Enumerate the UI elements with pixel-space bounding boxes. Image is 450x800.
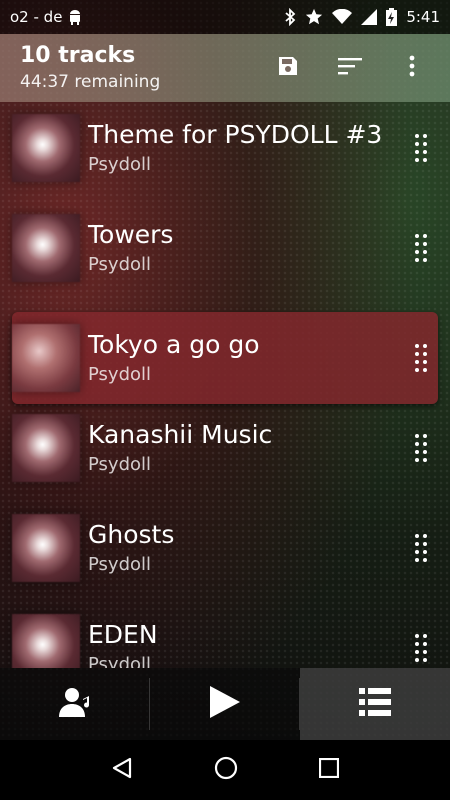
save-icon — [276, 54, 300, 82]
artist-icon — [59, 687, 91, 721]
track-title: Theme for PSYDOLL #3 — [88, 120, 383, 149]
battery-charging-icon — [386, 8, 398, 26]
list-item[interactable]: Ghosts Psydoll — [12, 502, 438, 594]
play-icon — [210, 686, 240, 722]
signal-icon — [361, 9, 378, 25]
track-artist: Psydoll — [88, 554, 152, 575]
drag-handle-icon[interactable] — [410, 131, 432, 165]
list-item-now-playing[interactable]: Tokyo a go go Psydoll — [12, 312, 438, 404]
track-title: EDEN — [88, 620, 158, 649]
drag-handle-icon[interactable] — [410, 431, 432, 465]
wifi-icon — [332, 9, 353, 25]
status-bar: o2 - de 5:41 — [0, 0, 450, 34]
queue-list-icon — [359, 688, 391, 720]
drag-handle-icon[interactable] — [410, 531, 432, 565]
track-title: Towers — [88, 220, 174, 249]
track-title: Kanashii Music — [88, 420, 273, 449]
track-count-title: 10 tracks — [20, 43, 136, 68]
more-options-button[interactable] — [394, 50, 430, 86]
track-artist: Psydoll — [88, 364, 152, 385]
list-item[interactable]: EDEN Psydoll — [12, 602, 438, 668]
album-art-thumbnail — [12, 324, 80, 392]
save-button[interactable] — [270, 50, 306, 86]
tab-artists[interactable] — [0, 668, 150, 740]
album-art-thumbnail — [12, 514, 80, 582]
album-art-thumbnail — [12, 214, 80, 282]
header: 10 tracks 44:37 remaining — [0, 34, 450, 102]
android-icon — [68, 9, 82, 25]
track-title: Tokyo a go go — [88, 330, 260, 359]
bluetooth-icon — [284, 8, 296, 26]
remaining-time: 44:37 remaining — [20, 72, 161, 92]
album-art-thumbnail — [12, 414, 80, 482]
tab-now-playing[interactable] — [150, 668, 300, 740]
album-art-thumbnail — [12, 614, 80, 668]
drag-handle-icon[interactable] — [410, 231, 432, 265]
track-list[interactable]: Theme for PSYDOLL #3 Psydoll Towers Psyd… — [0, 102, 450, 668]
list-item[interactable]: Kanashii Music Psydoll — [12, 402, 438, 494]
back-icon[interactable] — [111, 757, 133, 783]
sort-button[interactable] — [332, 50, 368, 86]
carrier-label: o2 - de — [10, 8, 63, 26]
track-artist: Psydoll — [88, 454, 152, 475]
star-icon — [305, 8, 323, 26]
system-nav-bar — [0, 740, 450, 800]
list-item[interactable]: Towers Psydoll — [12, 202, 438, 294]
more-icon — [409, 55, 415, 81]
list-item[interactable]: Theme for PSYDOLL #3 Psydoll — [12, 102, 438, 194]
clock: 5:41 — [406, 8, 440, 26]
sort-icon — [338, 57, 362, 79]
drag-handle-icon[interactable] — [410, 631, 432, 665]
track-artist: Psydoll — [88, 654, 152, 668]
bottom-tab-bar — [0, 668, 450, 740]
track-artist: Psydoll — [88, 254, 152, 275]
album-art-thumbnail — [12, 114, 80, 182]
recents-icon[interactable] — [319, 757, 340, 782]
drag-handle-icon[interactable] — [410, 341, 432, 375]
tab-queue[interactable] — [300, 668, 450, 740]
home-icon[interactable] — [214, 756, 238, 784]
track-artist: Psydoll — [88, 154, 152, 175]
track-title: Ghosts — [88, 520, 175, 549]
